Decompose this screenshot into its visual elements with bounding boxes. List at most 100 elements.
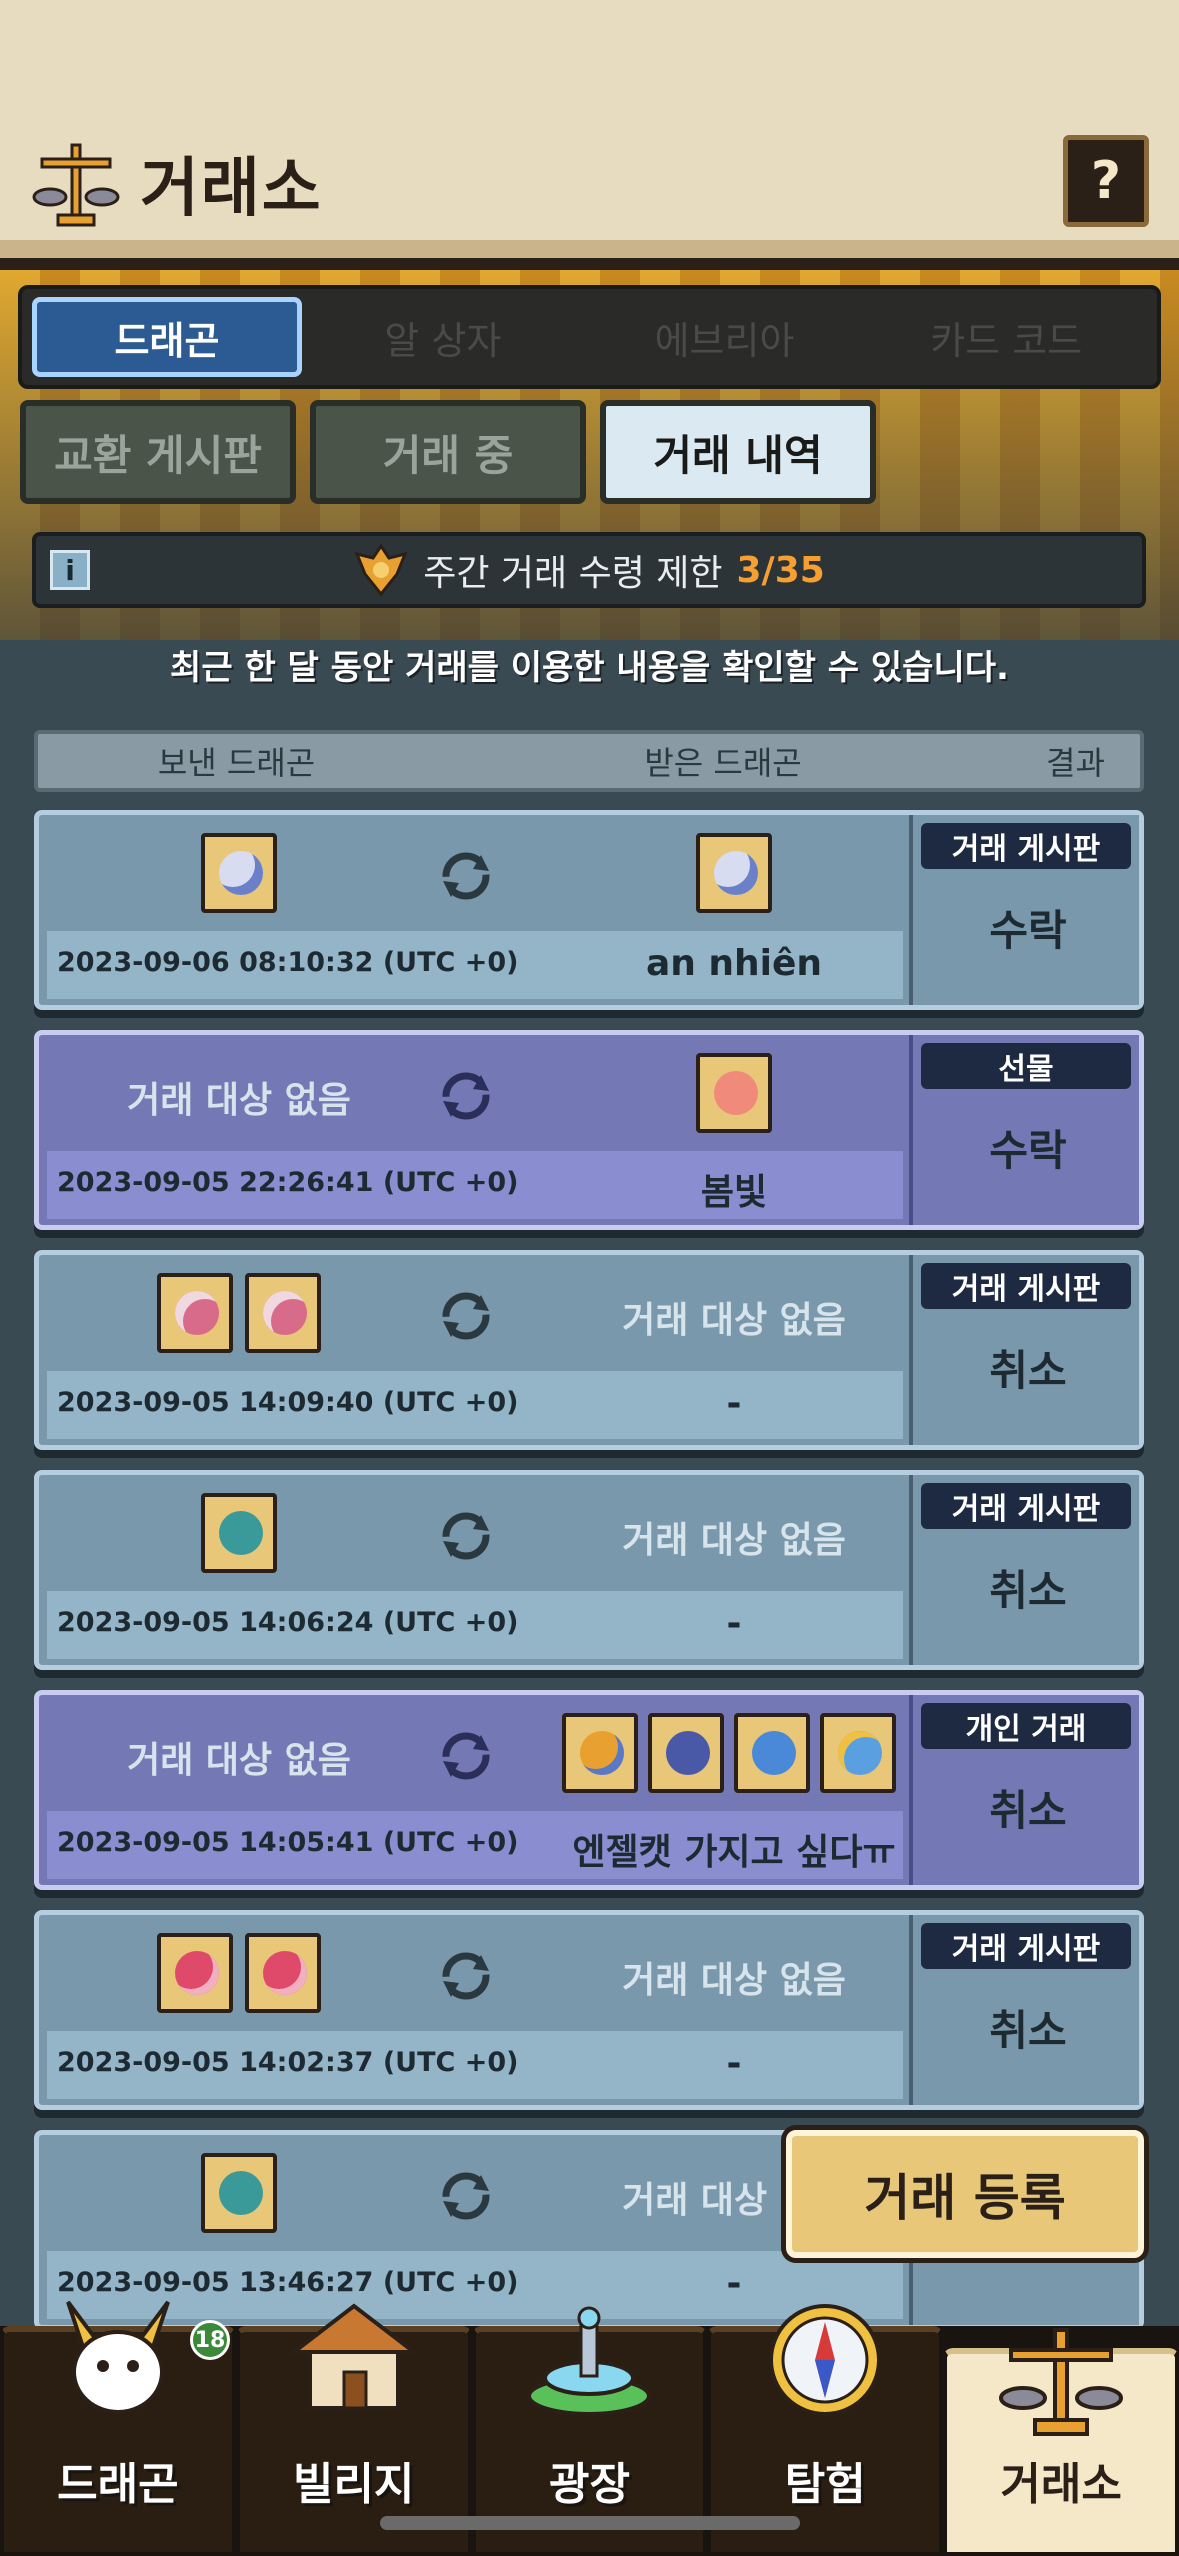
- result-cell: 거래 게시판 취소: [909, 1475, 1139, 1665]
- column-result: 결과: [1046, 744, 1105, 782]
- trade-result: 취소: [989, 2006, 1067, 2055]
- notice-text: 주간 거래 수령 제한: [423, 553, 723, 594]
- dragon-slot[interactable]: [201, 1493, 277, 1573]
- description-text: 최근 한 달 동안 거래를 이용한 내용을 확인할 수 있습니다.: [170, 648, 1009, 688]
- sent-items: [39, 1933, 439, 2013]
- trade-row[interactable]: 2023-09-06 08:10:32 (UTC +0) an nhiên 거래…: [34, 810, 1144, 1010]
- fountain-icon: [527, 2306, 652, 2416]
- nav-exchange[interactable]: 거래소: [943, 2328, 1179, 2556]
- dragon-slot[interactable]: [201, 833, 277, 913]
- swap-icon: [442, 1732, 490, 1780]
- receiver-name: -: [726, 1603, 742, 1644]
- trade-category-badge: 거래 게시판: [921, 823, 1131, 869]
- trade-timestamp: 2023-09-05 14:09:40 (UTC +0): [57, 1387, 519, 1418]
- nav-label: 광장: [549, 2459, 630, 2510]
- dragon-slot[interactable]: [648, 1713, 724, 1793]
- notice-count: 3/35: [736, 549, 825, 591]
- dragon-slot[interactable]: [245, 1933, 321, 2013]
- trade-result: 취소: [989, 1786, 1067, 1835]
- sent-items: [39, 2153, 439, 2233]
- trade-timestamp: 2023-09-05 22:26:41 (UTC +0): [57, 1167, 519, 1198]
- dragon-slot[interactable]: [696, 1053, 772, 1133]
- column-sent: 보낸 드래곤: [157, 744, 316, 782]
- result-cell: 거래 게시판 취소: [909, 1255, 1139, 1445]
- column-header: 보낸 드래곤 받은 드래곤 결과: [34, 730, 1144, 792]
- dragon-slot[interactable]: [562, 1713, 638, 1793]
- dragon-slot[interactable]: [734, 1713, 810, 1793]
- sent-items: [39, 1273, 439, 1353]
- result-cell: 거래 게시판 취소: [909, 1915, 1139, 2105]
- trade-row[interactable]: 거래 대상 없음 2023-09-05 14:09:40 (UTC +0) - …: [34, 1250, 1144, 1450]
- trade-result: 취소: [989, 1346, 1067, 1395]
- sent-items: [39, 833, 439, 913]
- header-bar: 거래소 ?: [0, 0, 1179, 270]
- tab-dragon[interactable]: 드래곤: [32, 297, 302, 377]
- empty-received: 거래 대상 없음: [622, 1960, 846, 2001]
- trade-timestamp: 2023-09-05 14:02:37 (UTC +0): [57, 2047, 519, 2078]
- trade-result: 수락: [989, 906, 1067, 955]
- result-cell: 개인 거래 취소: [909, 1695, 1139, 1885]
- swap-icon: [442, 1512, 490, 1560]
- nav-label: 탐험: [784, 2459, 866, 2510]
- compass-icon: [769, 2304, 882, 2416]
- tab-exchange-board[interactable]: 교환 게시판: [20, 400, 296, 504]
- main-tab-bar: 드래곤 알 상자 에브리아 카드 코드: [18, 285, 1161, 389]
- sub-tab-bar: 교환 게시판 거래 중 거래 내역: [20, 400, 876, 504]
- trade-row[interactable]: 거래 대상 없음 2023-09-05 22:26:41 (UTC +0) 봄빛…: [34, 1030, 1144, 1230]
- result-cell: 선물 수락: [909, 1035, 1139, 1225]
- tab-card-code[interactable]: 카드 코드: [865, 297, 1147, 377]
- info-icon[interactable]: i: [50, 550, 90, 590]
- receiver-name: -: [726, 2043, 742, 2084]
- nav-dragon[interactable]: 18 드래곤: [0, 2300, 236, 2556]
- page-title: 거래소: [140, 152, 323, 226]
- header-stripe: [0, 240, 1179, 258]
- trade-row[interactable]: 거래 대상 없음 2023-09-05 14:05:41 (UTC +0) 엔젤…: [34, 1690, 1144, 1890]
- receiver-name: an nhiên: [645, 943, 823, 984]
- trophy-icon: [354, 544, 408, 596]
- trade-row[interactable]: 거래 대상 없음 2023-09-05 14:06:24 (UTC +0) - …: [34, 1470, 1144, 1670]
- swap-icon: [442, 1292, 490, 1340]
- nav-label: 빌리지: [292, 2459, 415, 2510]
- received-items: [529, 1713, 929, 1793]
- swap-icon: [442, 852, 490, 900]
- trade-row[interactable]: 거래 대상 없음 2023-09-05 14:02:37 (UTC +0) - …: [34, 1910, 1144, 2110]
- title-area: 거래소: [28, 135, 323, 231]
- empty-sent: 거래 대상 없음: [127, 1740, 351, 1781]
- tab-trade-history[interactable]: 거래 내역: [600, 400, 876, 504]
- received-items: [499, 833, 969, 913]
- tab-trading[interactable]: 거래 중: [310, 400, 586, 504]
- trade-timestamp: 2023-09-06 08:10:32 (UTC +0): [57, 947, 519, 978]
- column-received: 받은 드래곤: [644, 744, 802, 782]
- trade-category-badge: 선물: [921, 1043, 1131, 1089]
- register-trade-button[interactable]: 거래 등록: [786, 2130, 1144, 2258]
- weekly-limit-notice: i 주간 거래 수령 제한 3/35: [32, 532, 1146, 608]
- trade-category-badge: 거래 게시판: [921, 1923, 1131, 1969]
- trade-timestamp: 2023-09-05 14:05:41 (UTC +0): [57, 1827, 519, 1858]
- empty-sent: 거래 대상 없음: [127, 1080, 351, 1121]
- dragon-slot[interactable]: [696, 833, 772, 913]
- swap-icon: [442, 1072, 490, 1120]
- dragon-slot[interactable]: [157, 1273, 233, 1353]
- dragon-slot[interactable]: [201, 2153, 277, 2233]
- trade-category-badge: 거래 게시판: [921, 1483, 1131, 1529]
- tab-everia[interactable]: 에브리아: [584, 297, 866, 377]
- dragon-slot[interactable]: [157, 1933, 233, 2013]
- empty-received: 거래 대상 없음: [622, 1300, 846, 1341]
- result-cell: 거래 게시판 수락: [909, 815, 1139, 1005]
- dragon-slot[interactable]: [820, 1713, 896, 1793]
- swap-icon: [442, 2172, 490, 2220]
- trade-result: 취소: [989, 1566, 1067, 1615]
- help-button[interactable]: ?: [1063, 135, 1149, 227]
- notification-badge: 18: [190, 2320, 230, 2360]
- receiver-name: -: [726, 1383, 742, 1424]
- home-indicator[interactable]: [380, 2516, 800, 2530]
- nav-label: 거래소: [1000, 2459, 1122, 2510]
- tab-egg-box[interactable]: 알 상자: [302, 297, 584, 377]
- receiver-name: 봄빛: [700, 1172, 768, 1213]
- empty-received: 거래 대상 없음: [622, 1520, 846, 1561]
- trade-timestamp: 2023-09-05 14:06:24 (UTC +0): [57, 1607, 519, 1638]
- dragon-slot[interactable]: [245, 1273, 321, 1353]
- trade-category-badge: 개인 거래: [921, 1703, 1131, 1749]
- trade-category-badge: 거래 게시판: [921, 1263, 1131, 1309]
- swap-icon: [442, 1952, 490, 2000]
